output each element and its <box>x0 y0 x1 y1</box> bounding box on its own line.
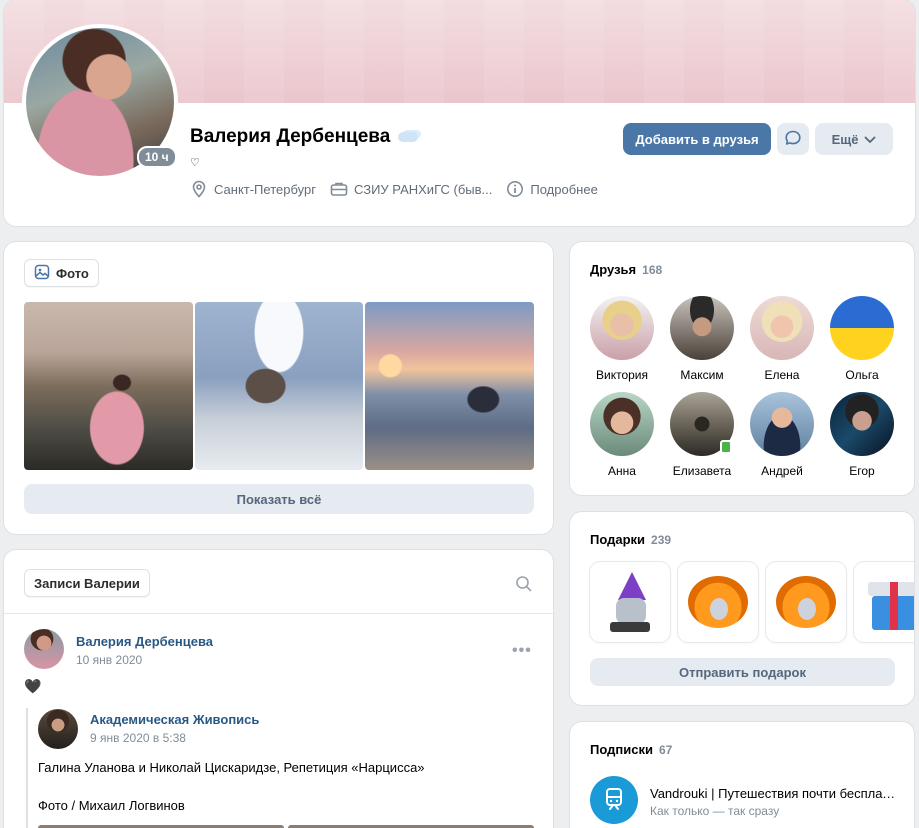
more-label: Ещё <box>831 131 859 147</box>
avatar <box>830 296 894 360</box>
subscriptions-count: 67 <box>658 743 673 757</box>
photo-thumbnail[interactable] <box>24 302 193 470</box>
gift-item[interactable] <box>678 562 758 642</box>
post-date[interactable]: 10 янв 2020 <box>76 653 142 667</box>
profile-status: ♡ <box>190 157 200 169</box>
friend-item[interactable]: Андрей <box>742 392 822 478</box>
friend-name: Максим <box>680 368 724 382</box>
gift-item[interactable] <box>854 562 914 642</box>
avatar[interactable] <box>590 776 638 824</box>
repost-text: Фото / Михаил Логвинов <box>38 798 185 813</box>
education-label: СЗИУ РАНХиГС (быв... <box>353 181 493 197</box>
friend-name: Анна <box>608 464 636 478</box>
repost-author-link[interactable]: Академическая Живопись <box>90 712 259 727</box>
info-icon <box>506 180 524 198</box>
briefcase-icon <box>330 180 348 198</box>
divider <box>4 613 553 614</box>
city-info[interactable]: Санкт-Петербург <box>190 180 316 198</box>
avatar <box>670 296 734 360</box>
friend-name: Ольга <box>845 368 879 382</box>
subscriptions-block: Подписки 67 Vandrouki | Путешествия почт… <box>570 722 914 828</box>
tab-photos-label: Фото <box>56 265 89 281</box>
more-button[interactable]: Ещё <box>815 123 893 155</box>
education-info[interactable]: СЗИУ РАНХиГС (быв... <box>330 180 492 198</box>
profile-header: 10 ч Валерия Дербенцева ♡ Санкт-Петербур… <box>4 0 915 226</box>
subscriptions-title: Подписки <box>590 742 653 757</box>
cloud-status-icon[interactable] <box>398 132 419 142</box>
friend-item[interactable]: Егор <box>822 392 902 478</box>
subscription-name[interactable]: Vandrouki | Путешествия почти бесплатно <box>650 786 898 801</box>
repost-text: Галина Уланова и Николай Цискаридзе, Реп… <box>38 760 425 775</box>
avatar <box>590 296 654 360</box>
message-button[interactable] <box>777 123 809 155</box>
avatar <box>830 392 894 456</box>
tab-wall-posts[interactable]: Записи Валерии <box>24 569 150 597</box>
gifts-header[interactable]: Подарки 239 <box>590 532 671 547</box>
photo-thumbnail[interactable] <box>195 302 363 470</box>
gifts-title: Подарки <box>590 532 646 547</box>
friend-item[interactable]: Виктория <box>582 296 662 382</box>
post-menu-icon[interactable]: ••• <box>512 642 532 660</box>
show-all-photos-button[interactable]: Показать всё <box>24 484 534 514</box>
friend-name: Елена <box>764 368 800 382</box>
pumpkin-gift-icon <box>688 576 748 628</box>
add-friend-button[interactable]: Добавить в друзья <box>623 123 771 155</box>
last-seen-badge: 10 ч <box>137 146 177 168</box>
photo-thumbnail[interactable] <box>365 302 534 470</box>
avatar[interactable] <box>38 709 78 749</box>
gifts-count: 239 <box>651 533 672 547</box>
photos-block: Фото Показать всё <box>4 242 553 534</box>
chevron-down-icon <box>864 132 876 147</box>
avatar[interactable] <box>24 629 64 669</box>
friend-name: Виктория <box>595 368 648 382</box>
friends-count: 168 <box>642 263 663 277</box>
friend-name: Егор <box>849 464 875 478</box>
subscriptions-header[interactable]: Подписки 67 <box>590 742 672 757</box>
friend-name: Андрей <box>761 464 803 478</box>
tab-photos[interactable]: Фото <box>24 259 99 287</box>
gift-item[interactable] <box>766 562 846 642</box>
profile-info-row: Санкт-Петербург СЗИУ РАНХиГС (быв... Под… <box>190 180 598 198</box>
details-link[interactable]: Подробнее <box>506 180 598 198</box>
pumpkin-gift-icon <box>776 576 836 628</box>
friend-item[interactable]: Анна <box>582 392 662 478</box>
post-author-link[interactable]: Валерия Дербенцева <box>76 634 213 649</box>
wizard-gift-icon <box>608 572 652 632</box>
gift-item[interactable] <box>590 562 670 642</box>
gifts-block: Подарки 239 Отправить подарок <box>570 512 914 705</box>
subscription-description: Как только — так сразу <box>650 804 780 818</box>
avatar <box>670 392 734 456</box>
avatar <box>750 392 814 456</box>
friends-block: Друзья 168 Виктория Максим Елена Ольга А… <box>570 242 914 495</box>
search-icon[interactable] <box>515 575 533 596</box>
friend-item[interactable]: Максим <box>662 296 742 382</box>
post-text: 🖤 <box>24 678 42 694</box>
repost-indicator <box>26 708 28 828</box>
friend-item[interactable]: Ольга <box>822 296 902 382</box>
friends-header[interactable]: Друзья 168 <box>590 262 662 277</box>
train-icon <box>601 786 627 815</box>
city-label: Санкт-Петербург <box>214 181 316 197</box>
wall-block: Записи Валерии Валерия Дербенцева 10 янв… <box>4 550 553 828</box>
friend-item[interactable]: Елизавета <box>662 392 742 478</box>
repost-date[interactable]: 9 янв 2020 в 5:38 <box>90 731 186 745</box>
details-label: Подробнее <box>530 181 598 197</box>
profile-name: Валерия Дербенцева <box>190 126 419 148</box>
image-icon <box>34 264 50 283</box>
friend-name: Елизавета <box>672 464 732 478</box>
profile-name-text: Валерия Дербенцева <box>190 126 391 147</box>
location-pin-icon <box>190 180 208 198</box>
message-icon <box>784 129 802 150</box>
gift-box-icon <box>868 574 914 630</box>
send-gift-button[interactable]: Отправить подарок <box>590 658 895 686</box>
online-mobile-icon <box>720 440 732 454</box>
friend-item[interactable]: Елена <box>742 296 822 382</box>
friends-title: Друзья <box>590 262 637 277</box>
avatar <box>590 392 654 456</box>
avatar <box>750 296 814 360</box>
